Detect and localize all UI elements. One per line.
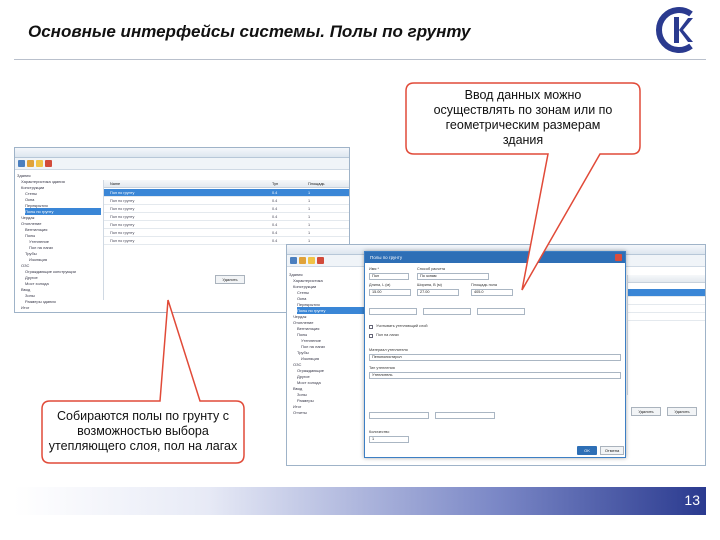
folder-icon[interactable]	[308, 257, 315, 264]
data-grid	[627, 275, 705, 395]
insulation-checkbox-label: Учитывать утепляющий слой	[376, 324, 428, 328]
grid-header-cell[interactable]: Name	[110, 180, 120, 188]
user-icon[interactable]	[299, 257, 306, 264]
table-cell: 1	[308, 231, 311, 235]
name-label: Имя *	[369, 267, 379, 271]
table-cell: 1	[308, 191, 311, 195]
bottom-callout-text: Собираются полы по грунту с возможностью…	[48, 409, 238, 453]
table-cell: Пол по грунту	[110, 231, 135, 235]
table-row[interactable]: Пол по грунту 0.4 1	[104, 205, 349, 213]
cancel-button[interactable]: Отмена	[600, 446, 624, 455]
table-cell: 0.4	[272, 207, 278, 211]
top-callout-text: Ввод данных можно осуществлять по зонам …	[433, 88, 613, 147]
navigation-tree: Здания Характеристика здания Конструкции Ст…	[15, 170, 103, 312]
table-cell: 0.4	[272, 239, 278, 243]
extra-field-2[interactable]	[423, 308, 471, 315]
tree-item[interactable]: Отчеты	[21, 310, 101, 312]
width-label: Ширина, B (м)	[417, 283, 442, 287]
table-cell: 1	[308, 215, 311, 219]
length-field[interactable]: 15.00	[369, 289, 411, 296]
title-divider	[14, 59, 706, 60]
page-number: 13	[684, 492, 700, 508]
count-field[interactable]: 1	[369, 436, 409, 443]
delete-button[interactable]: Удалить	[631, 407, 661, 416]
param-field-1[interactable]	[369, 412, 429, 419]
save-icon[interactable]	[18, 160, 25, 167]
table-row[interactable]: Пол по грунту 0.4 1	[104, 229, 349, 237]
grid-header-row: Name Туп Площадь	[104, 180, 349, 188]
table-cell: Пол по грунту	[110, 191, 135, 195]
dialog-title: Полы по грунту	[370, 255, 403, 260]
type-select[interactable]: По зонам	[417, 273, 489, 280]
company-logo-icon	[656, 7, 693, 53]
folder-icon[interactable]	[36, 160, 43, 167]
name-field[interactable]: Пол	[369, 273, 409, 280]
footer-band	[14, 487, 706, 515]
table-cell: 0.4	[272, 231, 278, 235]
tree-item[interactable]: Отчеты	[293, 409, 373, 416]
toolbar	[15, 158, 349, 170]
table-row[interactable]: Пол по грунту 0.4 1	[104, 197, 349, 205]
table-cell: Пол по грунту	[110, 199, 135, 203]
table-cell: Пол по грунту	[110, 223, 135, 227]
table-cell: 0.4	[272, 223, 278, 227]
table-cell: 0.4	[272, 199, 278, 203]
width-field[interactable]: 27.00	[417, 289, 459, 296]
material-select[interactable]: Пенополистирол	[369, 354, 621, 361]
table-row[interactable]: Пол по грунту 0.4 1	[104, 221, 349, 229]
delete-button-2[interactable]: Удалить	[667, 407, 697, 416]
table-cell: Пол по грунту	[110, 239, 135, 243]
slide-title: Основные интерфейсы системы. Полы по гру…	[28, 22, 471, 41]
area-field[interactable]: 405.0	[471, 289, 513, 296]
count-label: Количество	[369, 430, 390, 434]
joists-checkbox-label: Пол на лагах	[376, 333, 399, 337]
table-cell: 0.4	[272, 191, 278, 195]
length-label: Длина, L (м)	[369, 283, 391, 287]
table-cell: Пол по грунту	[110, 215, 135, 219]
window-titlebar	[15, 148, 349, 158]
delete-icon[interactable]	[317, 257, 324, 264]
param-field-2[interactable]	[435, 412, 495, 419]
insulation-checkbox[interactable]	[369, 325, 373, 329]
area-label: Площадь пола	[471, 283, 497, 287]
insulation-type-select[interactable]: Утеплитель	[369, 372, 621, 379]
table-cell: 1	[308, 223, 311, 227]
table-row[interactable]: Пол по грунту 0.4 1	[104, 213, 349, 221]
material-label: Материал утеплителя	[369, 348, 408, 352]
table-row[interactable]: Пол по грунту 0.4 1	[104, 189, 349, 197]
table-cell: 1	[308, 207, 311, 211]
delete-icon[interactable]	[45, 160, 52, 167]
user-icon[interactable]	[27, 160, 34, 167]
insulation-type-label: Тип утепления	[369, 366, 395, 370]
navigation-tree: Здания Характеристика Конструкции Стены Окна…	[287, 269, 373, 465]
table-cell: Пол по грунту	[110, 207, 135, 211]
grid-header-cell[interactable]: Туп	[272, 180, 278, 188]
delete-button[interactable]: Удалить	[215, 275, 245, 284]
type-label: Способ расчета	[417, 267, 446, 271]
dialog-titlebar: Полы по грунту	[365, 252, 625, 263]
ok-button[interactable]: OK	[577, 446, 597, 455]
table-cell: 1	[308, 199, 311, 203]
save-icon[interactable]	[290, 257, 297, 264]
extra-field-3[interactable]	[477, 308, 525, 315]
floor-dialog: Полы по грунту Имя * Пол Способ расчета …	[364, 251, 626, 458]
close-icon[interactable]	[615, 254, 622, 261]
table-cell: 0.4	[272, 215, 278, 219]
joists-checkbox[interactable]	[369, 334, 373, 338]
extra-field-1[interactable]	[369, 308, 417, 315]
grid-header-cell[interactable]: Площадь	[308, 180, 325, 188]
